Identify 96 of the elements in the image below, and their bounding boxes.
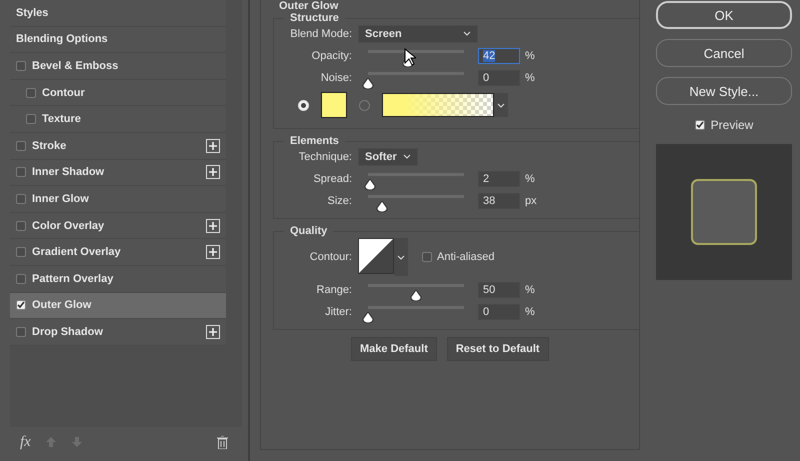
- slider-label: Size:: [326, 194, 353, 206]
- slider-label: Jitter:: [324, 306, 353, 318]
- dialog-button[interactable]: New Style...: [656, 77, 792, 105]
- dialog-button[interactable]: OK: [656, 1, 792, 29]
- value-field[interactable]: 38: [478, 192, 520, 208]
- effect-item[interactable]: Contour: [10, 80, 226, 106]
- sidebar-item[interactable]: Styles: [10, 0, 226, 27]
- value-field[interactable]: 42: [478, 48, 520, 64]
- checkbox[interactable]: [16, 274, 26, 284]
- plus-icon[interactable]: [206, 165, 220, 180]
- sidebar-item[interactable]: Blending Options: [10, 26, 226, 54]
- effect-item[interactable]: Gradient Overlay: [10, 239, 226, 266]
- effect-label: Inner Glow: [32, 192, 89, 205]
- effect-item[interactable]: Pattern Overlay: [10, 266, 226, 293]
- group-title: Elements: [289, 135, 340, 147]
- technique-dropdown[interactable]: Softer: [358, 148, 418, 166]
- checkmark-icon: [17, 301, 25, 310]
- color-swatch[interactable]: [321, 92, 347, 118]
- checkbox[interactable]: [16, 140, 26, 151]
- chevron-down-icon: [497, 102, 505, 108]
- chevron-down-icon: [397, 254, 405, 260]
- default-button[interactable]: Reset to Default: [446, 337, 549, 361]
- blend-mode-dropdown[interactable]: Screen: [358, 24, 478, 42]
- checkbox[interactable]: [16, 300, 26, 310]
- field-label: Blend Mode:: [289, 28, 353, 40]
- unit-label: %: [525, 172, 535, 184]
- effect-label: Inner Shadow: [32, 166, 104, 178]
- checkbox[interactable]: [16, 167, 26, 178]
- glowing-square-drawing: [689, 177, 759, 247]
- effect-label: Texture: [42, 113, 81, 126]
- effect-item[interactable]: Drop Shadow: [10, 319, 226, 346]
- effect-label: Drop Shadow: [32, 326, 103, 338]
- checkbox[interactable]: [16, 60, 26, 71]
- effect-label: Outer Glow: [32, 299, 92, 312]
- chevron-down-icon: [403, 154, 411, 159]
- checkbox[interactable]: [16, 326, 26, 337]
- effect-label: Stroke: [32, 140, 66, 152]
- checkbox[interactable]: [26, 88, 36, 98]
- effect-label: Gradient Overlay: [32, 246, 121, 258]
- field-label: Technique:: [298, 150, 353, 162]
- mouse-pointer-icon: [404, 48, 416, 66]
- checkbox[interactable]: [16, 220, 26, 231]
- unit-label: px: [525, 194, 537, 206]
- effect-item[interactable]: Inner Shadow: [10, 160, 226, 186]
- unit-label: %: [525, 306, 535, 318]
- checkbox[interactable]: [26, 114, 36, 124]
- checkbox-label: Anti-aliased: [437, 251, 494, 263]
- fx-button[interactable]: fx: [20, 434, 31, 450]
- default-button[interactable]: Make Default: [351, 337, 437, 361]
- unit-label: %: [525, 72, 535, 84]
- effect-item[interactable]: Outer Glow: [10, 292, 226, 320]
- slider-thumb[interactable]: [376, 201, 388, 212]
- slider-label: Opacity:: [310, 50, 353, 62]
- plus-icon[interactable]: [206, 245, 220, 260]
- unit-label: %: [525, 50, 535, 62]
- checkbox[interactable]: [422, 252, 432, 262]
- effect-item[interactable]: Color Overlay: [10, 212, 226, 240]
- dropdown-caret[interactable]: [494, 93, 508, 117]
- effect-item[interactable]: Bevel & Emboss: [10, 53, 226, 80]
- field-label: Contour:: [308, 251, 353, 263]
- value-field[interactable]: 0: [478, 70, 520, 86]
- value-field[interactable]: 2: [478, 170, 520, 186]
- chevron-down-icon: [463, 31, 471, 36]
- checkbox[interactable]: [694, 120, 705, 130]
- gradient-swatch[interactable]: [382, 93, 494, 117]
- effect-item[interactable]: Inner Glow: [10, 186, 226, 213]
- value-field[interactable]: 50: [478, 282, 520, 298]
- slider-label: Range:: [316, 284, 353, 296]
- section-title: Outer Glow: [278, 0, 340, 12]
- value-field[interactable]: 0: [478, 304, 520, 320]
- slider-thumb[interactable]: [364, 179, 376, 190]
- group-title: Quality: [289, 225, 328, 237]
- effect-label: Pattern Overlay: [32, 272, 114, 285]
- effect-label: Bevel & Emboss: [32, 60, 118, 72]
- slider-label: Spread:: [312, 172, 353, 184]
- checkbox[interactable]: [16, 247, 26, 258]
- plus-icon[interactable]: [206, 218, 220, 233]
- plus-icon[interactable]: [206, 138, 220, 153]
- effect-label: Color Overlay: [32, 220, 104, 232]
- contour-curve-icon[interactable]: [358, 238, 394, 274]
- slider-thumb[interactable]: [362, 312, 374, 323]
- checkbox-label: Preview: [710, 118, 754, 132]
- slider-thumb[interactable]: [362, 78, 374, 89]
- radio-button[interactable]: [359, 100, 370, 110]
- dialog-button[interactable]: Cancel: [656, 39, 792, 67]
- unit-label: %: [525, 284, 535, 296]
- effect-label: Contour: [42, 86, 85, 99]
- slider-label: Noise:: [320, 72, 353, 84]
- checkmark-icon: [696, 120, 704, 128]
- checkbox[interactable]: [16, 194, 26, 204]
- effect-item[interactable]: Stroke: [10, 132, 226, 160]
- effect-item[interactable]: Texture: [10, 106, 226, 133]
- group-title: Structure: [289, 12, 340, 24]
- plus-icon[interactable]: [206, 324, 220, 339]
- slider-thumb[interactable]: [410, 290, 422, 301]
- trash-icon[interactable]: [217, 436, 228, 448]
